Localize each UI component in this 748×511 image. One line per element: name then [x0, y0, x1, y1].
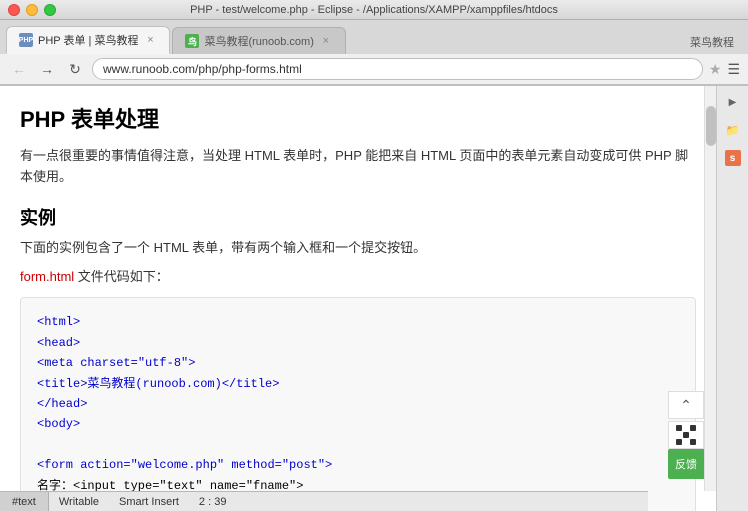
editor-cursor-position: 2 : 39 — [199, 496, 227, 508]
tab1-close-icon[interactable]: × — [143, 33, 157, 47]
qr-code-button[interactable] — [668, 421, 704, 449]
code-line-6: <body> — [37, 414, 679, 434]
eclipse-title: PHP - test/welcome.php - Eclipse - /Appl… — [8, 4, 740, 16]
s-icon: s — [725, 150, 741, 166]
qr-icon — [676, 425, 696, 445]
code-line-7 — [37, 435, 679, 455]
menu-icon[interactable]: ☰ — [727, 61, 740, 78]
web-content: PHP 表单处理 有一点很重要的事情值得注意，当处理 HTML 表单时，PHP … — [0, 86, 716, 511]
chevron-up-icon: ⌃ — [680, 397, 692, 414]
back-icon: ← — [12, 61, 26, 77]
code-text-8: <form action="welcome.php" method="post"… — [37, 458, 332, 472]
code-text-1: <html> — [37, 315, 80, 329]
page-title: PHP 表单处理 — [20, 102, 696, 134]
tab2-label: 菜鸟教程(runoob.com) — [204, 33, 313, 49]
tab-bar: PHP PHP 表单 | 菜鸟教程 × 鸟 菜鸟教程(runoob.com) ×… — [0, 20, 748, 54]
close-btn[interactable] — [8, 4, 20, 16]
back-button[interactable]: ← — [8, 58, 30, 80]
tab2-favicon: 鸟 — [185, 34, 199, 48]
code-line-5: </head> — [37, 394, 679, 414]
url-text: www.runoob.com/php/php-forms.html — [103, 62, 302, 76]
form-link-text: form.html — [20, 269, 74, 284]
refresh-button[interactable]: ↻ — [64, 58, 86, 80]
intro-text: 有一点很重要的事情值得注意，当处理 HTML 表单时，PHP 能把来自 HTML… — [20, 146, 696, 188]
code-text-5: </head> — [37, 397, 87, 411]
code-text-4: <title>菜鸟教程(runoob.com)</title> — [37, 377, 279, 391]
arrow-right-icon: ▶ — [729, 97, 737, 108]
refresh-icon: ↻ — [69, 61, 81, 78]
address-bar: ← → ↻ www.runoob.com/php/php-forms.html … — [0, 54, 748, 85]
code-line-4: <title>菜鸟教程(runoob.com)</title> — [37, 374, 679, 394]
tab-php-forms[interactable]: PHP PHP 表单 | 菜鸟教程 × — [6, 26, 170, 54]
sidebar-icon-1[interactable]: ▶ — [721, 90, 745, 114]
scroll-up-button[interactable]: ⌃ — [668, 391, 704, 419]
feedback-label: 反馈 — [675, 456, 697, 472]
editor-statusbar: #text Writable Smart Insert 2 : 39 — [0, 491, 648, 511]
code-block: <html> <head> <meta charset="utf-8"> <ti… — [20, 297, 696, 511]
tab1-favicon: PHP — [19, 33, 33, 47]
php-favicon-icon: PHP — [19, 33, 33, 47]
right-sidebar: ▶ 📁 s — [716, 86, 748, 511]
code-line-1: <html> — [37, 312, 679, 332]
feedback-button[interactable]: 反馈 — [668, 449, 704, 479]
file-ref-suffix: 文件代码如下： — [78, 269, 169, 284]
editor-tab[interactable]: #text — [0, 492, 49, 511]
editor-writable-status: Writable — [59, 496, 99, 508]
form-html-link[interactable]: form.html — [20, 269, 78, 284]
editor-tab-label: #text — [12, 496, 36, 508]
editor-status-area: Writable Smart Insert 2 : 39 — [49, 496, 237, 508]
window-controls — [8, 4, 56, 16]
minimize-btn[interactable] — [26, 4, 38, 16]
forward-button[interactable]: → — [36, 58, 58, 80]
code-text-3: <meta charset="utf-8"> — [37, 356, 195, 370]
code-text-6: <body> — [37, 417, 80, 431]
section-title: 实例 — [20, 204, 696, 230]
tab-runoob[interactable]: 鸟 菜鸟教程(runoob.com) × — [172, 27, 345, 54]
scrollbar-thumb[interactable] — [706, 106, 716, 146]
bookmark-icon[interactable]: ★ — [709, 61, 722, 78]
eclipse-titlebar: PHP - test/welcome.php - Eclipse - /Appl… — [0, 0, 748, 20]
sidebar-icon-3[interactable]: s — [721, 146, 745, 170]
section-desc: 下面的实例包含了一个 HTML 表单，带有两个输入框和一个提交按钮。 — [20, 238, 696, 259]
editor-insert-mode: Smart Insert — [119, 496, 179, 508]
code-text-2: <head> — [37, 336, 80, 350]
forward-icon: → — [40, 61, 54, 77]
maximize-btn[interactable] — [44, 4, 56, 16]
tab1-label: PHP 表单 | 菜鸟教程 — [38, 32, 138, 48]
code-line-2: <head> — [37, 333, 679, 353]
folder-icon: 📁 — [726, 124, 740, 137]
tab-brand-label: 菜鸟教程 — [690, 34, 742, 54]
sidebar-icon-2[interactable]: 📁 — [721, 118, 745, 142]
scrollbar-track[interactable] — [704, 86, 716, 491]
browser-chrome: PHP PHP 表单 | 菜鸟教程 × 鸟 菜鸟教程(runoob.com) ×… — [0, 20, 748, 86]
url-box[interactable]: www.runoob.com/php/php-forms.html — [92, 58, 703, 80]
tab2-close-icon[interactable]: × — [319, 34, 333, 48]
runoob-favicon-icon: 鸟 — [185, 34, 199, 48]
code-line-3: <meta charset="utf-8"> — [37, 353, 679, 373]
code-line-8: <form action="welcome.php" method="post"… — [37, 455, 679, 475]
file-ref: form.html 文件代码如下： — [20, 266, 696, 285]
